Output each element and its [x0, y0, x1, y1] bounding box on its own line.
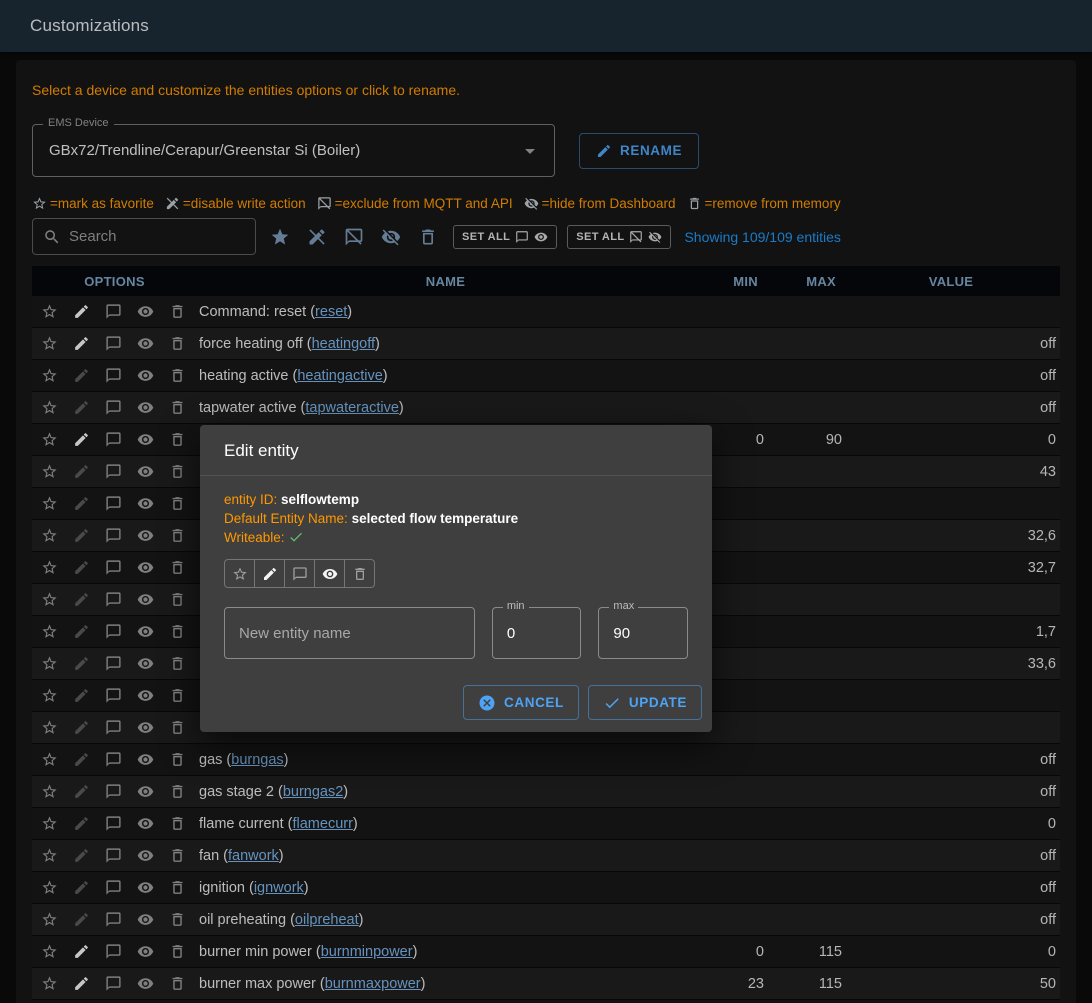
entity-id-value: selflowtemp — [281, 492, 359, 507]
eye-icon — [322, 566, 338, 582]
dialog-title: Edit entity — [200, 425, 712, 476]
mqtt-exclude-toggle[interactable] — [284, 559, 315, 588]
writeable-check-icon — [288, 529, 304, 545]
comment-icon — [292, 566, 308, 582]
star-icon — [232, 566, 248, 582]
write-toggle[interactable] — [254, 559, 285, 588]
new-entity-name-input[interactable] — [225, 625, 474, 642]
favorite-toggle[interactable] — [224, 559, 255, 588]
writeable-label: Writeable: — [224, 530, 285, 545]
entity-id-label: entity ID: — [224, 492, 277, 507]
update-button[interactable]: UPDATE — [588, 685, 702, 720]
max-field-label: max — [609, 600, 638, 612]
min-field-label: min — [503, 600, 529, 612]
writeable-line: Writeable: — [224, 528, 688, 547]
delete-toggle[interactable] — [344, 559, 375, 588]
new-entity-name-field — [224, 607, 475, 659]
dialog-fields: min max — [224, 607, 688, 659]
update-label: UPDATE — [629, 695, 687, 710]
max-input[interactable] — [599, 625, 687, 642]
min-field: min — [492, 607, 582, 659]
cancel-label: CANCEL — [504, 695, 564, 710]
cancel-circle-icon — [478, 694, 496, 712]
default-name-label: Default Entity Name: — [224, 511, 348, 526]
dialog-actions: CANCEL UPDATE — [200, 685, 712, 720]
entity-id-line: entity ID: selflowtemp — [224, 490, 688, 509]
default-name-line: Default Entity Name: selected flow tempe… — [224, 509, 688, 528]
pencil-icon — [262, 566, 278, 582]
min-input[interactable] — [493, 625, 581, 642]
trash-icon — [352, 566, 368, 582]
cancel-button[interactable]: CANCEL — [463, 685, 579, 720]
edit-entity-dialog: Edit entity entity ID: selflowtemp Defau… — [200, 425, 712, 732]
max-field: max — [598, 607, 688, 659]
visibility-toggle[interactable] — [314, 559, 345, 588]
entity-option-toggles — [224, 559, 688, 588]
check-icon — [603, 694, 621, 712]
dialog-body: entity ID: selflowtemp Default Entity Na… — [200, 476, 712, 659]
default-name-value: selected flow temperature — [352, 511, 519, 526]
